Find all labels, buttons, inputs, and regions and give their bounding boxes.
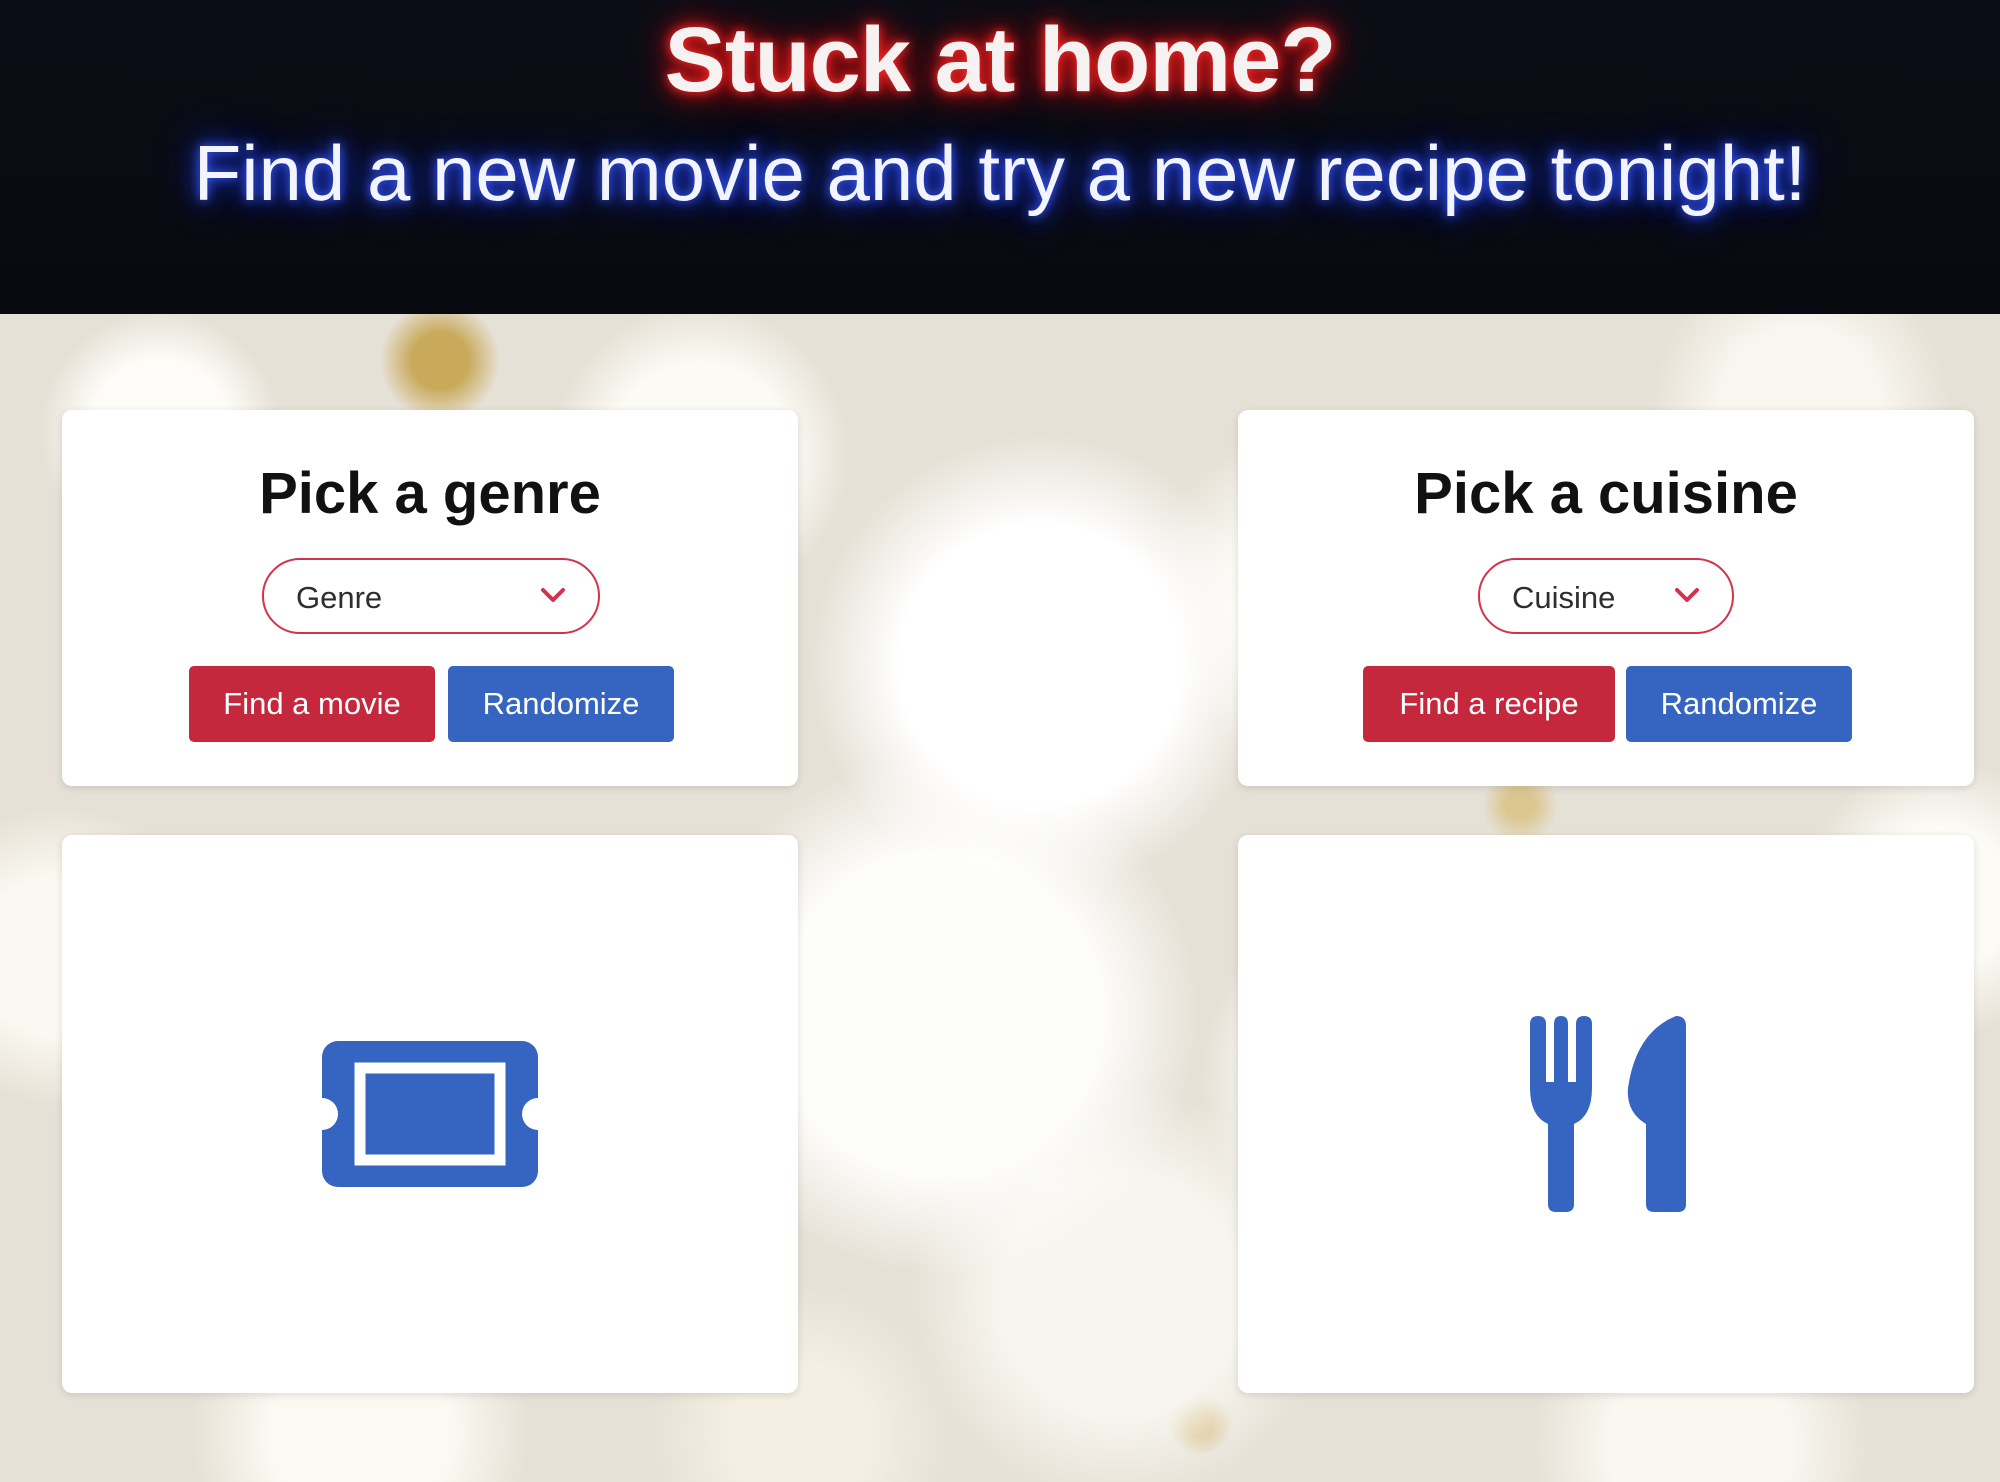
recipe-result-card [1238,835,1974,1393]
genre-picker-title: Pick a genre [259,461,601,526]
randomize-recipe-button[interactable]: Randomize [1626,666,1852,742]
find-recipe-button[interactable]: Find a recipe [1363,666,1615,742]
chevron-down-icon [1675,588,1699,602]
hero-subtitle: Find a new movie and try a new recipe to… [193,129,1807,217]
ticket-icon [322,1041,538,1187]
movie-result-card [62,835,798,1393]
find-movie-button[interactable]: Find a movie [189,666,435,742]
hero-title: Stuck at home? [664,9,1336,111]
cuisine-select[interactable]: Cuisine [1478,558,1734,634]
cuisine-picker-card: Pick a cuisine Cuisine Find a recipe Ran… [1238,410,1974,786]
cuisine-picker-title: Pick a cuisine [1414,461,1798,526]
utensils-icon [1530,1016,1686,1212]
cuisine-select-value: Cuisine [1512,580,1616,615]
genre-picker-card: Pick a genre Genre Find a movie Randomiz… [62,410,798,786]
chevron-down-icon [541,588,565,602]
genre-select-value: Genre [296,580,383,615]
genre-select[interactable]: Genre [262,558,600,634]
hero-header: Stuck at home? Find a new movie and try … [0,0,2000,314]
randomize-movie-button[interactable]: Randomize [448,666,674,742]
